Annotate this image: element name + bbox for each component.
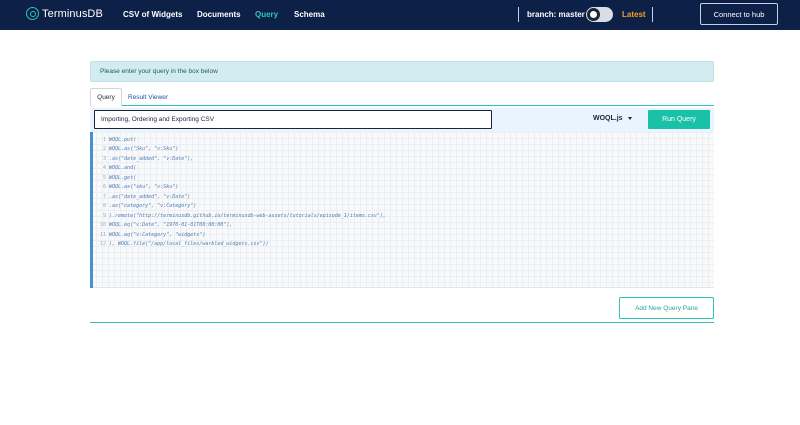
code-line[interactable]: 2 WOQL.as("Sku", "v:Sku") bbox=[94, 145, 386, 155]
language-select[interactable]: WOQL.js bbox=[593, 115, 632, 122]
code-line[interactable]: 7 .as("date_added", "v:Date") bbox=[94, 192, 386, 202]
query-toolbar: WOQL.js Run Query bbox=[90, 108, 714, 132]
terminusdb-logo-icon bbox=[26, 7, 39, 20]
nav-item-csv-of-widgets[interactable]: CSV of Widgets bbox=[123, 10, 182, 19]
code-line[interactable]: 12), WOQL.file("/app/local_files/warbled… bbox=[94, 240, 386, 250]
add-new-query-pane-button[interactable]: Add New Query Pane bbox=[619, 297, 714, 319]
code-text: WOQL.as("Sku", "v:Sku") bbox=[109, 146, 179, 153]
code-line[interactable]: 4 WOQL.and( bbox=[94, 164, 386, 174]
line-number: 12 bbox=[99, 241, 106, 248]
nav-divider bbox=[652, 7, 653, 22]
code-line[interactable]: 10 WOQL.eq("v:Date", "1970-01-01T00:00:00… bbox=[94, 221, 386, 231]
line-number: 8 bbox=[102, 203, 106, 210]
tab-result-viewer[interactable]: Result Viewer bbox=[122, 88, 174, 106]
logo-text: TerminusDB bbox=[42, 7, 103, 20]
top-navbar: TerminusDB CSV of Widgets Documents Quer… bbox=[0, 0, 800, 30]
language-select-label: WOQL.js bbox=[593, 115, 623, 122]
branch-toggle[interactable] bbox=[586, 7, 613, 22]
code-text: WOQL.eq("v:Category", "widgets") bbox=[109, 231, 206, 238]
terminusdb-logo[interactable]: TerminusDB bbox=[26, 7, 103, 20]
branch-label[interactable]: branch: master bbox=[527, 10, 585, 19]
code-text: WOQL.put( bbox=[109, 136, 137, 143]
code-text: WOQL.and( bbox=[109, 165, 137, 172]
line-number: 10 bbox=[99, 222, 106, 229]
connect-to-hub-button[interactable]: Connect to hub bbox=[700, 3, 778, 25]
code-text: .as("date_added", "v:Date") bbox=[109, 193, 191, 200]
nav-item-query[interactable]: Query bbox=[255, 10, 278, 19]
caret-down-icon bbox=[627, 116, 632, 120]
line-number: 2 bbox=[102, 146, 106, 153]
nav-divider bbox=[518, 7, 519, 22]
code-line[interactable]: 1 WOQL.put( bbox=[94, 135, 386, 145]
code-line[interactable]: 3 .as("date_added", "v:Date"), bbox=[94, 154, 386, 164]
code-text: .as("date_added", "v:Date"), bbox=[109, 155, 194, 162]
line-number: 3 bbox=[102, 155, 106, 162]
code-text: WOQL.eq("v:Date", "1970-01-01T00:00:00")… bbox=[109, 222, 233, 229]
nav-item-documents[interactable]: Documents bbox=[197, 10, 241, 19]
line-number: 6 bbox=[102, 184, 106, 191]
line-number: 11 bbox=[99, 231, 106, 238]
code-line[interactable]: 6 WOQL.as("sku", "v:Sku") bbox=[94, 183, 386, 193]
code-line[interactable]: 8 .as("category", "v:Category") bbox=[94, 202, 386, 212]
toggle-knob-icon bbox=[587, 8, 600, 21]
line-number: 9 bbox=[102, 212, 106, 219]
code-editor[interactable]: 1 WOQL.put(2 WOQL.as("Sku", "v:Sku") 3 .as("… bbox=[90, 132, 714, 288]
code-text: WOQL.as("sku", "v:Sku") bbox=[109, 184, 179, 191]
line-number: 5 bbox=[102, 174, 106, 181]
tab-query[interactable]: Query bbox=[90, 88, 122, 107]
code-line[interactable]: 9).remote("http://terminusdb.github.io/t… bbox=[94, 211, 386, 221]
code-text: WOQL.get( bbox=[109, 174, 137, 181]
line-number: 7 bbox=[102, 193, 106, 200]
query-title-input[interactable] bbox=[94, 110, 492, 129]
code-line[interactable]: 5 WOQL.get( bbox=[94, 173, 386, 183]
query-tabs: Query Result Viewer bbox=[90, 88, 714, 107]
line-number: 1 bbox=[102, 136, 106, 143]
code-text: ).remote("http://terminusdb.github.io/te… bbox=[109, 212, 386, 219]
nav-item-schema[interactable]: Schema bbox=[294, 10, 325, 19]
latest-label[interactable]: Latest bbox=[622, 10, 646, 19]
line-number: 4 bbox=[102, 165, 106, 172]
info-alert: Please enter your query in the box below bbox=[90, 61, 714, 82]
code-text: .as("category", "v:Category") bbox=[109, 203, 197, 210]
code-lines: 1 WOQL.put(2 WOQL.as("Sku", "v:Sku") 3 .as("… bbox=[94, 135, 386, 249]
code-text: ), WOQL.file("/app/local_files/warbled_w… bbox=[109, 241, 269, 248]
run-query-button[interactable]: Run Query bbox=[648, 110, 710, 129]
pane-divider bbox=[90, 322, 714, 323]
code-line[interactable]: 11 WOQL.eq("v:Category", "widgets") bbox=[94, 230, 386, 240]
editor-focus-edge bbox=[90, 132, 93, 288]
